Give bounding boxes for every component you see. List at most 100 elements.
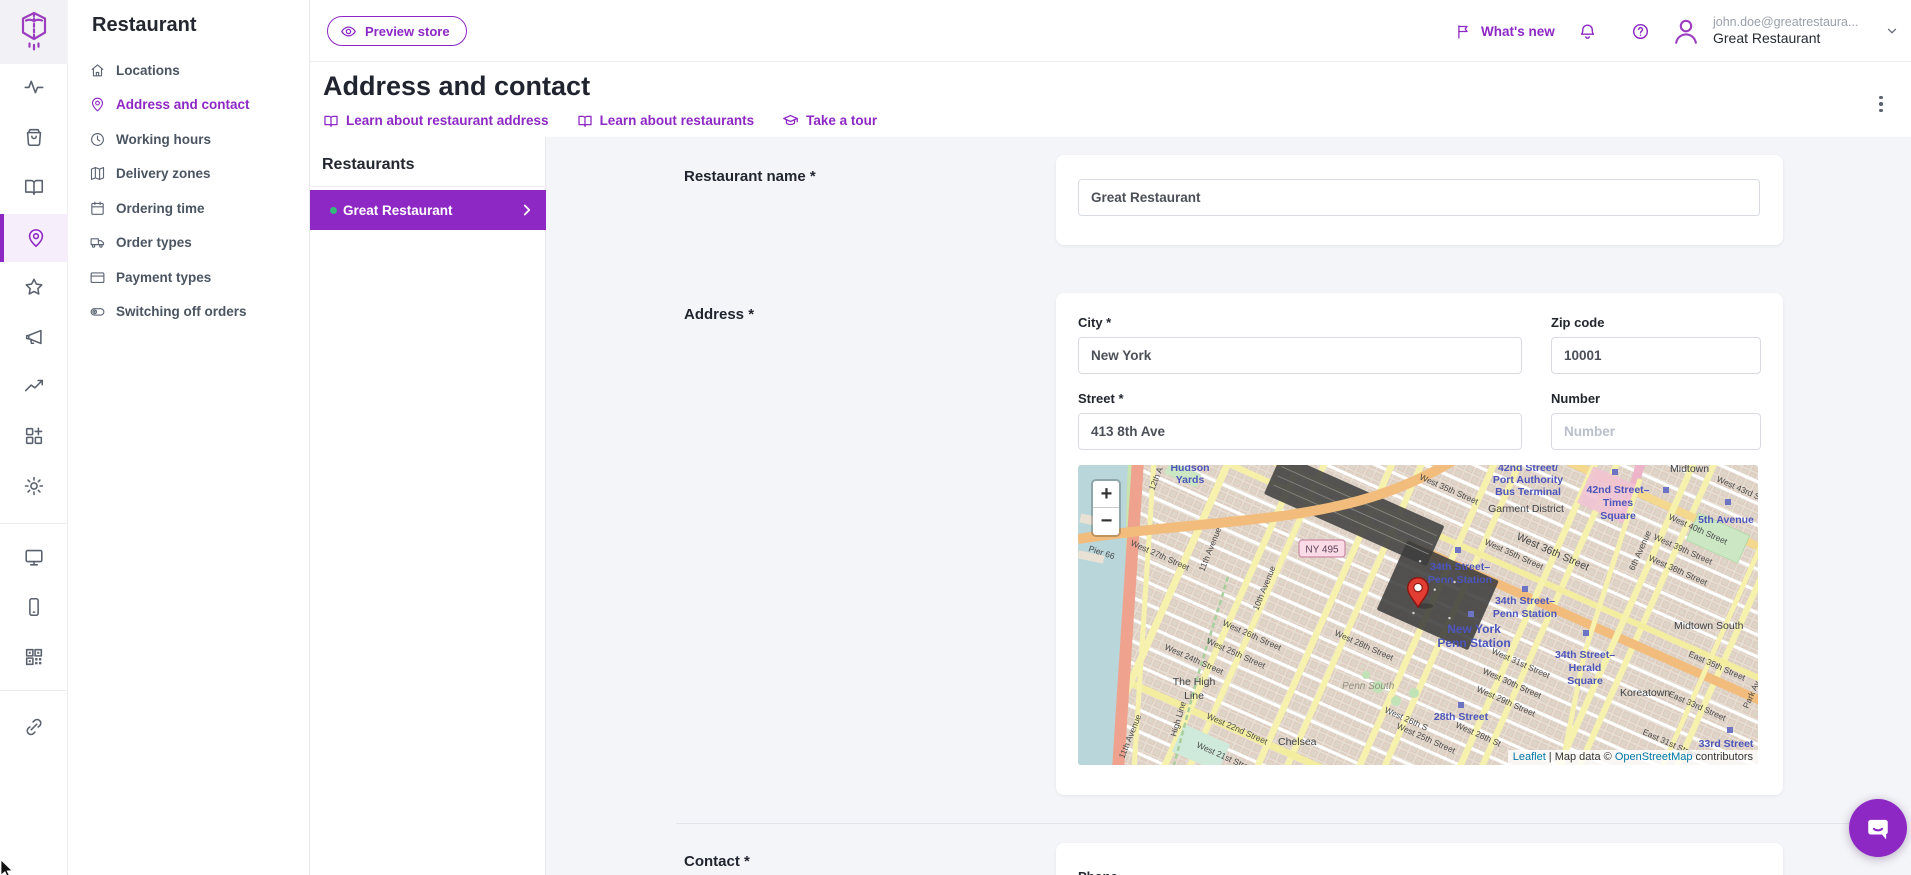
svg-text:Hudson: Hudson xyxy=(1170,465,1209,474)
user-avatar[interactable] xyxy=(1670,0,1702,62)
whats-new[interactable]: What's new xyxy=(1455,0,1555,62)
svg-text:NY 495: NY 495 xyxy=(1305,545,1339,556)
rail-orders[interactable] xyxy=(0,115,68,159)
city-input[interactable] xyxy=(1078,337,1522,374)
topbar: Preview store What's new john.doe@greatr… xyxy=(310,0,1911,62)
rail-dashboard-activity[interactable] xyxy=(0,65,68,109)
rail-settings[interactable] xyxy=(0,464,68,508)
route-shield: NY 495 xyxy=(1299,540,1345,557)
sidebar: Restaurant Locations Address and contact… xyxy=(68,0,310,875)
rail-website-link[interactable] xyxy=(0,705,68,749)
rail-reports[interactable] xyxy=(0,364,68,408)
preview-store-label: Preview store xyxy=(365,24,450,39)
user-email: john.doe@greatrestaura... xyxy=(1713,15,1881,30)
eye-icon xyxy=(340,23,357,40)
sidebar-item-switching-off-orders[interactable]: Switching off orders xyxy=(68,295,310,329)
person-icon xyxy=(1670,15,1702,47)
grid-plus-icon xyxy=(23,425,45,447)
address-card: City * Zip code Street * Number xyxy=(1056,293,1783,795)
preview-store-button[interactable]: Preview store xyxy=(327,16,467,46)
rail-qr-code[interactable] xyxy=(0,635,68,679)
street-input[interactable] xyxy=(1078,413,1522,450)
sidebar-item-label: Locations xyxy=(116,63,180,78)
location-pin-icon xyxy=(89,96,106,113)
link-icon xyxy=(23,716,45,738)
learn-about-restaurant-address-link[interactable]: Learn about restaurant address xyxy=(323,112,549,129)
svg-text:Bus Terminal: Bus Terminal xyxy=(1495,486,1561,498)
rail-divider xyxy=(0,523,68,524)
svg-text:Midtown: Midtown xyxy=(1670,465,1709,475)
sidebar-title: Restaurant xyxy=(92,14,196,37)
notifications-button[interactable] xyxy=(1578,0,1597,62)
map-icon xyxy=(89,165,106,182)
number-input[interactable] xyxy=(1551,413,1761,450)
logo-rocket-book-icon xyxy=(16,10,52,54)
smartphone-icon xyxy=(23,596,45,618)
sidebar-item-label: Ordering time xyxy=(116,201,205,216)
sidebar-item-address-and-contact[interactable]: Address and contact xyxy=(68,88,310,122)
page-options-kebab-menu[interactable] xyxy=(1872,93,1890,115)
learn-about-restaurants-link[interactable]: Learn about restaurants xyxy=(577,112,755,129)
zoom-out-button[interactable]: − xyxy=(1093,508,1120,535)
calendar-icon xyxy=(89,200,106,217)
book-icon xyxy=(577,113,593,129)
number-label: Number xyxy=(1551,391,1600,406)
page-title: Address and contact xyxy=(323,71,590,102)
rail-mobile-app[interactable] xyxy=(0,585,68,629)
openstreetmap-link[interactable]: OpenStreetMap xyxy=(1615,751,1693,763)
home-icon xyxy=(89,62,106,79)
star-icon xyxy=(23,276,45,298)
map-attribution: Leaflet | Map data © OpenStreetMap contr… xyxy=(1508,750,1758,765)
rail-integrations[interactable] xyxy=(0,414,68,458)
restaurant-name-card xyxy=(1056,155,1783,245)
sidebar-item-order-types[interactable]: Order types xyxy=(68,226,310,260)
map[interactable]: NY 495 Hudson Yards 42nd Street/ Port Au… xyxy=(1078,465,1758,765)
take-a-tour-link[interactable]: Take a tour xyxy=(782,112,877,129)
account-menu-toggle[interactable] xyxy=(1885,0,1899,62)
sidebar-item-payment-types[interactable]: Payment types xyxy=(68,260,310,294)
sidebar-item-delivery-zones[interactable]: Delivery zones xyxy=(68,157,310,191)
svg-text:Chelsea: Chelsea xyxy=(1278,736,1317,748)
svg-text:Garment District: Garment District xyxy=(1488,503,1564,515)
svg-text:5th Avenue: 5th Avenue xyxy=(1698,514,1754,526)
book-open-icon xyxy=(23,176,45,198)
chevron-down-icon xyxy=(1885,24,1899,38)
zoom-in-button[interactable]: + xyxy=(1093,481,1120,508)
rail-marketing[interactable] xyxy=(0,315,68,359)
rail-menu[interactable] xyxy=(0,165,68,209)
rail-kiosk[interactable] xyxy=(0,535,68,579)
sidebar-item-working-hours[interactable]: Working hours xyxy=(68,122,310,156)
header-links: Learn about restaurant address Learn abo… xyxy=(323,112,877,129)
address-section-label: Address * xyxy=(684,306,754,323)
app-logo[interactable] xyxy=(0,0,68,64)
credit-card-icon xyxy=(89,269,106,286)
help-button[interactable] xyxy=(1631,0,1650,62)
svg-text:34th Street–: 34th Street– xyxy=(1555,649,1615,661)
leaflet-link[interactable]: Leaflet xyxy=(1513,751,1546,763)
user-name: Great Restaurant xyxy=(1713,30,1881,47)
rail-reviews[interactable] xyxy=(0,265,68,309)
restaurant-list-item-selected[interactable]: Great Restaurant xyxy=(310,190,546,230)
sidebar-item-locations[interactable]: Locations xyxy=(68,53,310,87)
user-info[interactable]: john.doe@greatrestaura... Great Restaura… xyxy=(1713,15,1881,47)
contact-section-label: Contact * xyxy=(684,853,750,870)
app-window: Restaurant Locations Address and contact… xyxy=(0,0,1911,875)
link-label: Take a tour xyxy=(806,113,877,128)
svg-text:34th Street–: 34th Street– xyxy=(1495,595,1555,607)
trending-up-icon xyxy=(23,375,45,397)
gear-icon xyxy=(23,475,45,497)
main-content: Restaurant name * Address * City * Zip c… xyxy=(546,137,1911,875)
zip-code-input[interactable] xyxy=(1551,337,1761,374)
graduation-cap-icon xyxy=(782,112,799,129)
qr-code-icon xyxy=(23,646,45,668)
svg-text:New York: New York xyxy=(1447,622,1501,636)
sidebar-item-label: Delivery zones xyxy=(116,166,211,181)
sidebar-item-ordering-time[interactable]: Ordering time xyxy=(68,191,310,225)
chat-launcher-button[interactable] xyxy=(1849,799,1907,857)
link-label: Learn about restaurants xyxy=(600,113,755,128)
svg-text:34th Street–: 34th Street– xyxy=(1430,561,1490,573)
restaurants-panel-title: Restaurants xyxy=(322,156,414,174)
restaurant-name-input[interactable] xyxy=(1078,179,1760,216)
bell-icon xyxy=(1578,22,1597,41)
rail-address-location[interactable] xyxy=(0,214,68,262)
